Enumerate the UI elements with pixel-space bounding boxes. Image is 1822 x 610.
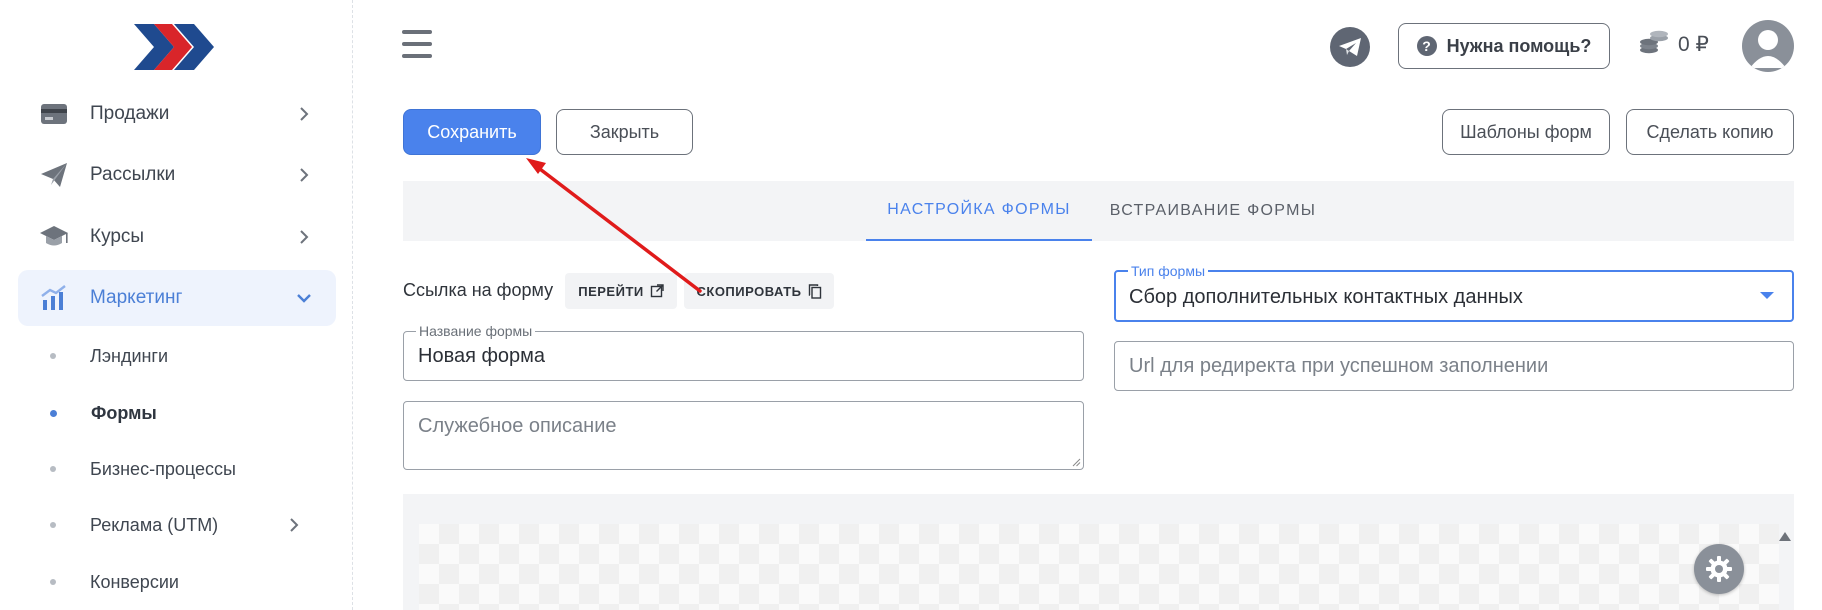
sidebar-item-label: Продажи [90, 103, 170, 124]
coins-icon[interactable] [1638, 28, 1670, 60]
chevron-right-icon [292, 102, 316, 126]
sidebar-subitem-label: Реклама (UTM) [90, 514, 219, 535]
help-button[interactable]: ? Нужна помощь? [1398, 23, 1610, 69]
bullet-dot [50, 409, 57, 417]
sidebar-subitem-utm[interactable]: Реклама (UTM) [40, 505, 330, 545]
sidebar-subitem-forms[interactable]: Формы [40, 393, 330, 433]
sidebar-item-sales[interactable]: Продажи [18, 86, 336, 142]
chart-icon [38, 282, 70, 314]
sidebar-item-label: Рассылки [90, 164, 176, 185]
form-templates-button[interactable]: Шаблоны форм [1442, 109, 1610, 155]
service-description-field[interactable]: Служебное описание [403, 401, 1084, 470]
sidebar: Продажи Рассылки Курсы Маркетинг Лэндинг… [0, 0, 353, 610]
card-icon [38, 98, 70, 130]
go-link-button[interactable]: ПЕРЕЙТИ [565, 273, 677, 309]
balance-value: 0 ₽ [1678, 33, 1709, 56]
bullet-dot [50, 522, 56, 528]
help-button-label: Нужна помощь? [1446, 35, 1592, 56]
copy-link-button[interactable]: СКОПИРОВАТЬ [684, 273, 834, 309]
chevron-right-icon [292, 225, 316, 249]
sidebar-subitem-landings[interactable]: Лэндинги [40, 336, 330, 376]
sidebar-item-label: Курсы [90, 226, 145, 247]
graduation-cap-icon [38, 221, 70, 253]
tab-form-settings[interactable]: НАСТРОЙКА ФОРМЫ [866, 181, 1092, 241]
sidebar-subitem-label: Конверсии [90, 571, 179, 592]
sidebar-subitem-label: Лэндинги [90, 345, 169, 366]
question-icon: ? [1416, 36, 1437, 56]
form-name-legend: Название формы [416, 323, 536, 339]
form-link-label: Ссылка на форму [403, 280, 554, 300]
paper-plane-icon [38, 159, 70, 191]
external-link-icon [650, 284, 664, 298]
sidebar-item-label: Маркетинг [90, 287, 183, 308]
tab-form-embedding[interactable]: ВСТРАИВАНИЕ ФОРМЫ [1106, 181, 1320, 241]
sidebar-item-mailings[interactable]: Рассылки [18, 147, 336, 203]
resize-handle-icon[interactable] [1071, 457, 1081, 467]
go-link-label: ПЕРЕЙТИ [578, 283, 644, 299]
form-type-select[interactable]: Тип формы Сбор дополнительных контактных… [1114, 263, 1794, 322]
caret-down-icon [1760, 292, 1774, 299]
copy-icon [808, 283, 821, 299]
form-name-value: Новая форма [418, 345, 546, 367]
scroll-up-icon[interactable] [1779, 532, 1791, 541]
redirect-url-field[interactable]: Url для редиректа при успешном заполнени… [1114, 341, 1794, 391]
close-button[interactable]: Закрыть [556, 109, 693, 155]
avatar[interactable] [1742, 20, 1794, 72]
sidebar-subitem-label: Формы [91, 402, 157, 423]
menu-icon[interactable] [402, 30, 432, 58]
redirect-url-placeholder: Url для редиректа при успешном заполнени… [1129, 355, 1549, 377]
bullet-dot [50, 353, 56, 359]
telegram-icon[interactable] [1330, 27, 1370, 67]
form-type-legend: Тип формы [1128, 263, 1209, 279]
form-preview-area [403, 494, 1794, 610]
make-copy-button[interactable]: Сделать копию [1626, 109, 1794, 155]
service-description-placeholder: Служебное описание [418, 415, 617, 437]
preview-canvas [419, 524, 1779, 610]
chevron-right-icon [292, 163, 316, 187]
copy-link-label: СКОПИРОВАТЬ [696, 283, 802, 299]
tabs-bar: НАСТРОЙКА ФОРМЫ ВСТРАИВАНИЕ ФОРМЫ [403, 181, 1794, 241]
form-type-value: Сбор дополнительных контактных данных [1129, 286, 1523, 308]
save-button[interactable]: Сохранить [403, 109, 541, 155]
chevron-right-icon [282, 513, 306, 537]
sidebar-item-courses[interactable]: Курсы [18, 209, 336, 265]
bullet-dot [50, 466, 56, 472]
brand-logo[interactable] [132, 20, 216, 74]
sidebar-item-marketing[interactable]: Маркетинг [18, 270, 336, 326]
gear-icon[interactable] [1694, 544, 1744, 594]
sidebar-subitem-label: Бизнес-процессы [90, 458, 236, 479]
chevron-down-icon [292, 286, 316, 310]
sidebar-subitem-business-processes[interactable]: Бизнес-процессы [40, 449, 330, 489]
sidebar-subitem-conversions[interactable]: Конверсии [40, 562, 330, 602]
form-name-field[interactable]: Название формы Новая форма [403, 323, 1084, 381]
bullet-dot [50, 579, 56, 585]
